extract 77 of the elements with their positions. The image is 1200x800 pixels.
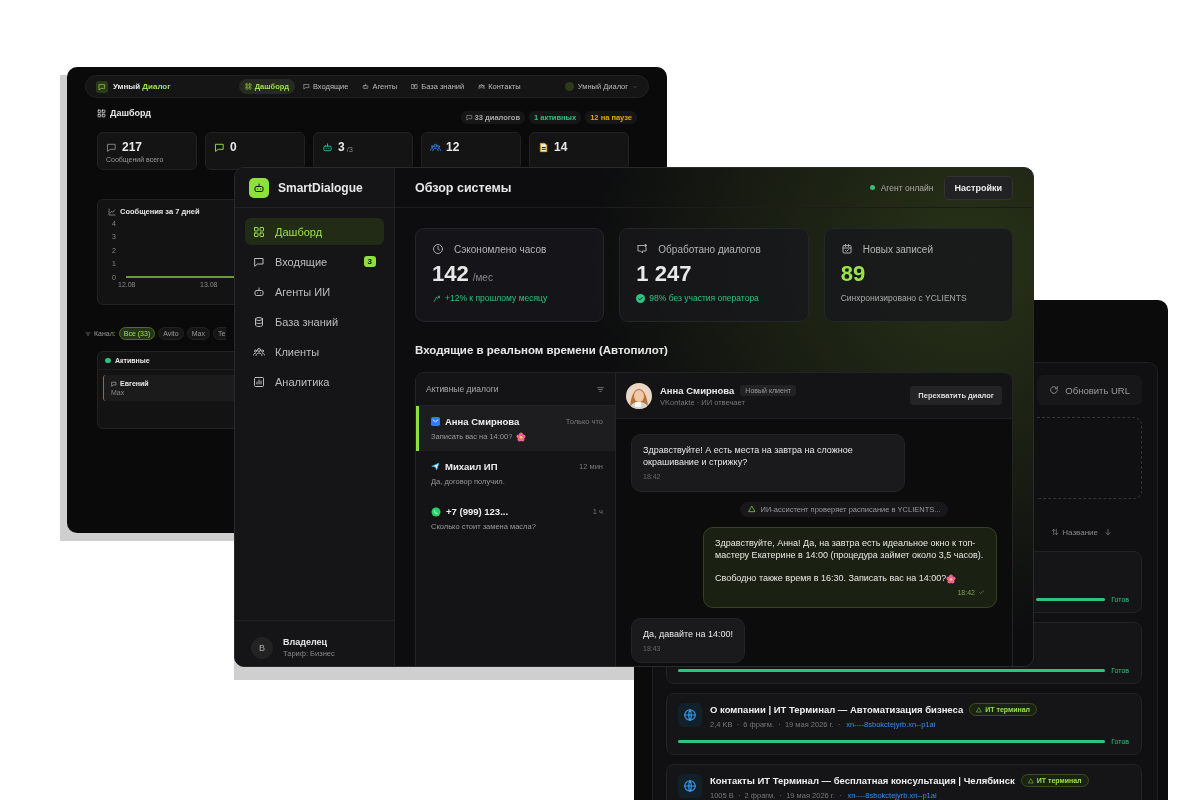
stat-value: 3	[338, 140, 345, 154]
stat-value: 217	[122, 140, 143, 154]
page-title: Дашборд	[110, 108, 151, 118]
people-icon	[430, 141, 441, 153]
count-badge: 3	[363, 256, 376, 267]
flower-icon	[946, 573, 957, 584]
chat-logo-icon	[98, 82, 106, 91]
settings-button[interactable]: Настройки	[943, 175, 1013, 200]
grid-icon	[97, 108, 106, 118]
people-icon	[478, 83, 486, 90]
drop-zone[interactable]	[1037, 417, 1142, 499]
message-text: Здравствуйте, Анна! Да, на завтра есть идеальное окно к топ-мастеру Екатерине в 14:00 (процедура займет около 3,5 часов).	[715, 536, 985, 561]
people-icon	[253, 345, 265, 358]
contact-name: Михаил ИП	[445, 461, 498, 472]
mail-icon	[431, 416, 440, 426]
user-name: Владелец	[283, 637, 329, 647]
document-title: О компании | ИТ Терминал — Автоматизация бизнеса	[710, 704, 964, 715]
sort-button[interactable]: Название	[1051, 527, 1098, 537]
stat-label: Сэкономлено часов	[454, 243, 547, 255]
check-circle-icon	[636, 293, 646, 303]
stat-value: 142	[432, 261, 469, 287]
stat-note: Синхронизировано с YCLIENTS	[840, 293, 967, 303]
sidebar-item[interactable]: Клиенты	[245, 338, 384, 365]
bar-chart-icon	[253, 375, 265, 388]
arrow-down-icon	[1104, 528, 1112, 536]
message-text: Здравствуйте! А есть места на завтра на сложное окрашивание и стрижку?	[643, 444, 854, 469]
filter-icon	[596, 384, 605, 394]
database-icon	[253, 315, 265, 328]
refresh-url-button[interactable]: Обновить URL	[1037, 375, 1142, 405]
trend-icon	[432, 293, 441, 303]
stat-unit: /мес	[472, 272, 493, 283]
message-text: Свободно также время в 16:30. Записать вас на 14:00?	[715, 572, 985, 585]
stat-note: 98% без участия оператора	[649, 293, 759, 303]
book-icon	[411, 83, 419, 90]
brand-name: SmartDialogue	[278, 180, 363, 195]
sidebar-item[interactable]: Аналитика	[245, 368, 384, 395]
clock-icon	[432, 243, 444, 255]
stat-value: 89	[840, 261, 866, 287]
globe-icon	[683, 708, 697, 722]
calendar-icon	[840, 243, 853, 255]
sidebar-item[interactable]: Агенты ИИ	[245, 278, 384, 305]
stat-value: 12	[446, 140, 460, 154]
stat-value: 14	[554, 140, 568, 154]
online-dot	[869, 185, 875, 190]
sidebar-item[interactable]: Дашборд	[245, 218, 384, 245]
telegram-icon	[431, 462, 440, 471]
globe-icon	[683, 779, 697, 793]
avatar: В	[251, 636, 273, 659]
agent-status: Агент онлайн	[880, 182, 934, 193]
stat-note: +12% к прошлому месяцу	[445, 293, 548, 303]
document-title: Контакты ИТ Терминал — бесплатная консультация | Челябинск	[710, 775, 1015, 786]
sidebar-item[interactable]: База знаний	[245, 308, 384, 335]
message-text: Да, давайте на 14:00!	[643, 627, 734, 640]
list-title: Активные диалоги	[426, 384, 499, 394]
line-chart-icon	[108, 207, 116, 216]
sidebar-item[interactable]: Входящие 3	[245, 248, 384, 275]
robot-logo-icon	[253, 181, 265, 194]
grid-icon	[244, 83, 252, 90]
page-title: Обзор системы	[415, 180, 512, 195]
stat-label: Обработано диалогов	[658, 243, 761, 255]
stat-value: 0	[230, 140, 237, 154]
section-title: Входящие в реальном времени (Автопилот)	[415, 344, 669, 358]
filter-icon	[85, 330, 91, 337]
refresh-icon	[1049, 385, 1060, 395]
chevron-down-icon	[632, 83, 638, 90]
stat-label: Новых записей	[862, 243, 933, 255]
contact-name: Анна Смирнова	[445, 415, 520, 427]
stat-value: 1 247	[636, 261, 692, 287]
whatsapp-icon	[431, 506, 441, 517]
flower-icon	[516, 431, 527, 442]
contact-name: Анна Смирнова	[660, 384, 735, 396]
document-icon	[538, 141, 549, 153]
contact-name: +7 (999) 123...	[446, 506, 509, 517]
grid-icon	[253, 225, 265, 238]
sort-icon	[1051, 528, 1060, 536]
brand-name: Умный Диалог	[113, 82, 171, 91]
read-check-icon	[978, 589, 985, 597]
